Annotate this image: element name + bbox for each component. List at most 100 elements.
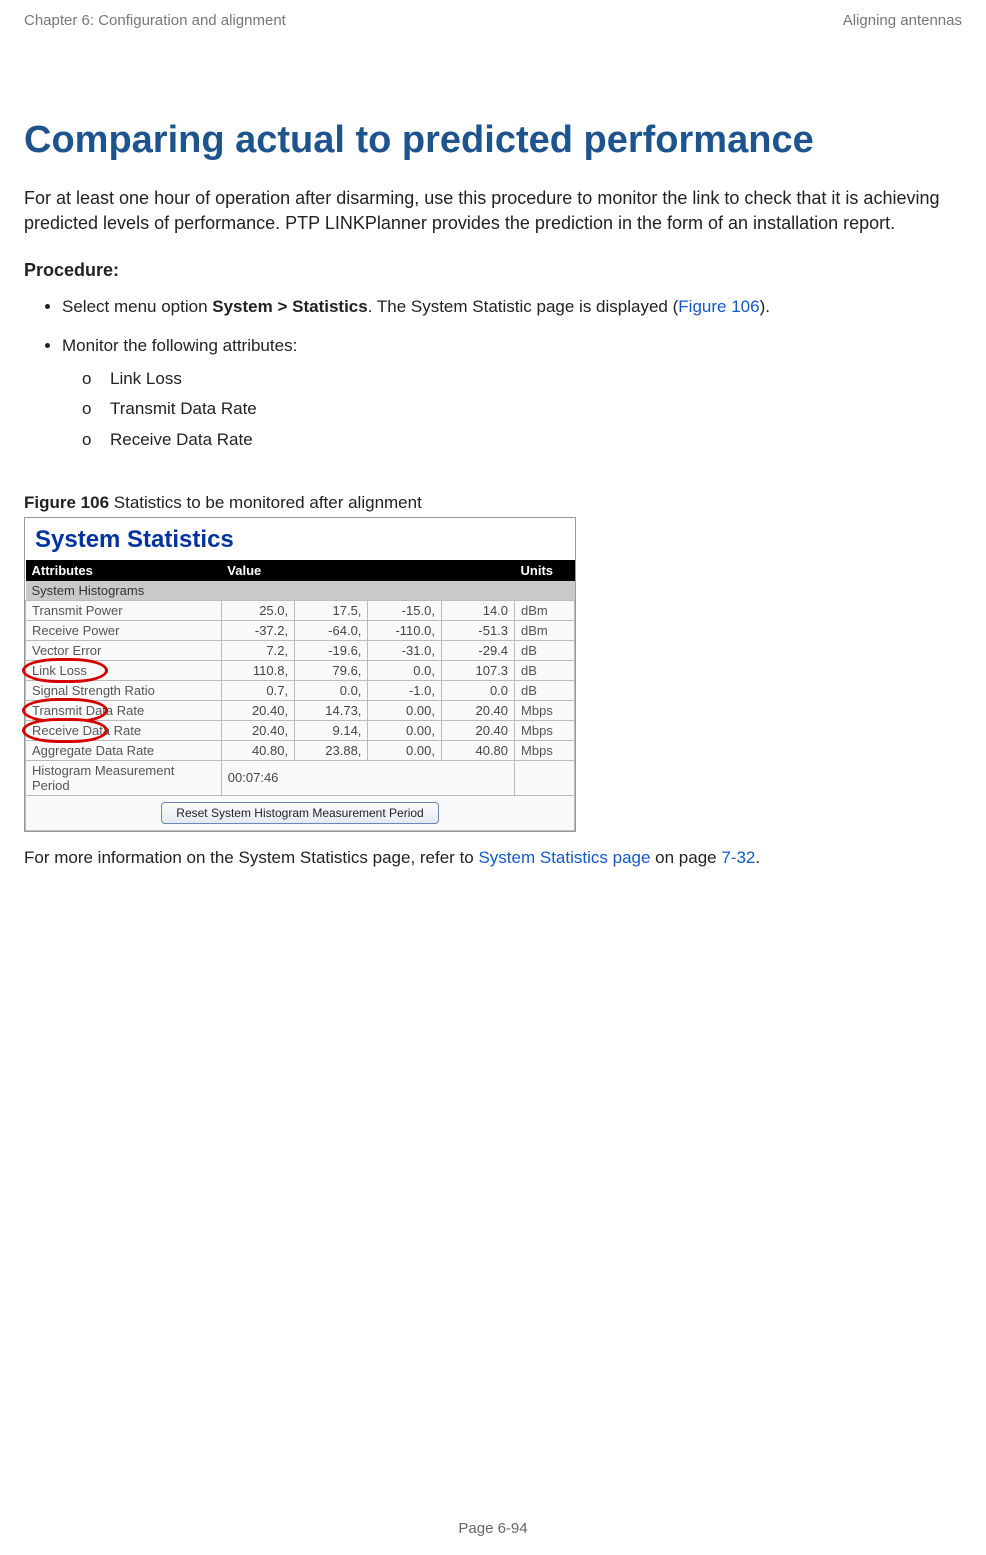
list-item: Receive Data Rate: [82, 428, 962, 453]
row-unit: Mbps: [515, 720, 575, 740]
row-attr: Receive Power: [26, 620, 222, 640]
row-unit: dB: [515, 680, 575, 700]
row-val: -19.6,: [295, 640, 368, 660]
row-val: 0.00,: [368, 700, 442, 720]
row-val: 107.3: [441, 660, 514, 680]
row-val: 20.40: [441, 700, 514, 720]
table-section-row: System Histograms: [26, 581, 575, 601]
col-units: Units: [515, 560, 575, 581]
row-val: 110.8,: [221, 660, 294, 680]
row-val: 0.0,: [368, 660, 442, 680]
row-unit: [515, 760, 575, 795]
statistics-table: Attributes Value Units System Histograms…: [25, 560, 575, 831]
statistics-panel: System Statistics Attributes Value Units…: [24, 517, 576, 832]
col-attributes: Attributes: [26, 560, 222, 581]
row-attr: Transmit Power: [26, 600, 222, 620]
row-unit: Mbps: [515, 740, 575, 760]
row-val: 23.88,: [295, 740, 368, 760]
figure-number: Figure 106: [24, 493, 109, 512]
row-attr: Histogram Measurement Period: [26, 760, 222, 795]
row-val: -110.0,: [368, 620, 442, 640]
menu-path: System > Statistics: [212, 297, 367, 316]
figure-link[interactable]: Figure 106: [678, 297, 759, 316]
page-title: Comparing actual to predicted performanc…: [24, 119, 962, 162]
after-figure-paragraph: For more information on the System Stati…: [24, 848, 962, 868]
text: on page: [650, 848, 721, 867]
row-val: -29.4: [441, 640, 514, 660]
footer-label: Page: [458, 1520, 497, 1537]
row-attr: Aggregate Data Rate: [26, 740, 222, 760]
row-val: -51.3: [441, 620, 514, 640]
list-item: Transmit Data Rate: [82, 397, 962, 422]
panel-title: System Statistics: [25, 518, 575, 560]
reset-row: Reset System Histogram Measurement Perio…: [26, 795, 575, 830]
page-header: Chapter 6: Configuration and alignment A…: [24, 12, 962, 29]
row-unit: dB: [515, 660, 575, 680]
header-left: Chapter 6: Configuration and alignment: [24, 12, 286, 29]
row-unit: dBm: [515, 620, 575, 640]
row-unit: dBm: [515, 600, 575, 620]
row-val: -64.0,: [295, 620, 368, 640]
figure-caption: Figure 106 Statistics to be monitored af…: [24, 493, 962, 513]
row-val: 20.40,: [221, 720, 294, 740]
row-val: 17.5,: [295, 600, 368, 620]
row-val: 40.80,: [221, 740, 294, 760]
row-attr: Signal Strength Ratio: [26, 680, 222, 700]
row-val: -15.0,: [368, 600, 442, 620]
cross-ref-link[interactable]: System Statistics page: [478, 848, 650, 867]
row-val: 0.7,: [221, 680, 294, 700]
text: For more information on the System Stati…: [24, 848, 478, 867]
attribute-sublist: Link Loss Transmit Data Rate Receive Dat…: [62, 367, 962, 453]
row-val: 25.0,: [221, 600, 294, 620]
table-row: Link Loss 110.8, 79.6, 0.0, 107.3 dB: [26, 660, 575, 680]
row-val: 79.6,: [295, 660, 368, 680]
table-row: Histogram Measurement Period 00:07:46: [26, 760, 575, 795]
row-unit: dB: [515, 640, 575, 660]
table-section-label: System Histograms: [26, 581, 575, 601]
list-item: Link Loss: [82, 367, 962, 392]
row-val: 14.73,: [295, 700, 368, 720]
row-val: 9.14,: [295, 720, 368, 740]
text: Monitor the following attributes:: [62, 336, 297, 355]
row-val: -1.0,: [368, 680, 442, 700]
row-val: 40.80: [441, 740, 514, 760]
figure-caption-text: Statistics to be monitored after alignme…: [109, 493, 422, 512]
page-number: 6-94: [498, 1520, 528, 1537]
row-val: 0.00,: [368, 740, 442, 760]
row-attr-highlighted: Transmit Data Rate: [26, 700, 222, 720]
text: Select menu option: [62, 297, 212, 316]
text: .: [755, 848, 760, 867]
row-val: 14.0: [441, 600, 514, 620]
col-value: Value: [221, 560, 514, 581]
row-val: 00:07:46: [221, 760, 514, 795]
page-footer: Page 6-94: [0, 1520, 986, 1537]
table-header-row: Attributes Value Units: [26, 560, 575, 581]
page-ref-link[interactable]: 7-32: [721, 848, 755, 867]
table-row: Signal Strength Ratio 0.7, 0.0, -1.0, 0.…: [26, 680, 575, 700]
row-val: 0.0,: [295, 680, 368, 700]
reset-histogram-button[interactable]: Reset System Histogram Measurement Perio…: [161, 802, 438, 824]
row-unit: Mbps: [515, 700, 575, 720]
row-attr-highlighted: Link Loss: [26, 660, 222, 680]
row-val: 20.40,: [221, 700, 294, 720]
table-row: Aggregate Data Rate 40.80, 23.88, 0.00, …: [26, 740, 575, 760]
text: . The System Statistic page is displayed…: [368, 297, 679, 316]
text: ).: [760, 297, 770, 316]
list-item: Monitor the following attributes: Link L…: [62, 334, 962, 453]
row-val: 7.2,: [221, 640, 294, 660]
table-row: Receive Data Rate 20.40, 9.14, 0.00, 20.…: [26, 720, 575, 740]
list-item: Select menu option System > Statistics. …: [62, 295, 962, 320]
row-val: 0.00,: [368, 720, 442, 740]
row-attr-highlighted: Receive Data Rate: [26, 720, 222, 740]
row-val: 0.0: [441, 680, 514, 700]
procedure-list: Select menu option System > Statistics. …: [24, 295, 962, 452]
procedure-heading: Procedure:: [24, 260, 962, 281]
header-right: Aligning antennas: [843, 12, 962, 29]
intro-paragraph: For at least one hour of operation after…: [24, 186, 962, 236]
row-val: -37.2,: [221, 620, 294, 640]
row-attr: Vector Error: [26, 640, 222, 660]
table-row: Transmit Data Rate 20.40, 14.73, 0.00, 2…: [26, 700, 575, 720]
row-val: -31.0,: [368, 640, 442, 660]
table-row: Transmit Power 25.0, 17.5, -15.0, 14.0 d…: [26, 600, 575, 620]
row-val: 20.40: [441, 720, 514, 740]
